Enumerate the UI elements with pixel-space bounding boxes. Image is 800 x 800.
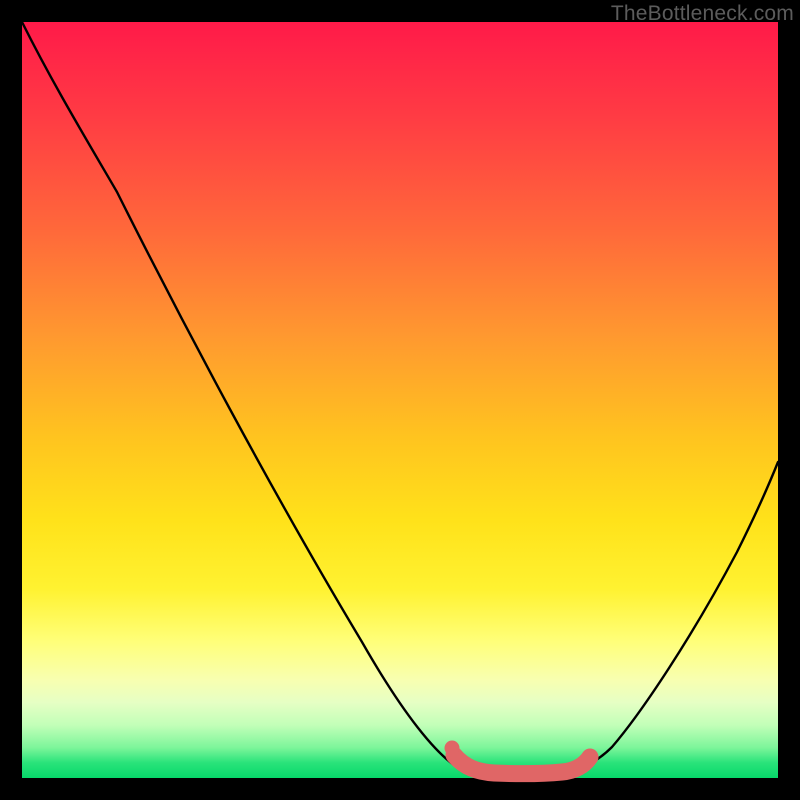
bottleneck-band [454,755,590,774]
bottleneck-curve [22,22,778,774]
band-start-dot [445,741,460,756]
watermark-text: TheBottleneck.com [611,2,794,26]
chart-frame [22,22,778,778]
chart-svg [22,22,778,778]
